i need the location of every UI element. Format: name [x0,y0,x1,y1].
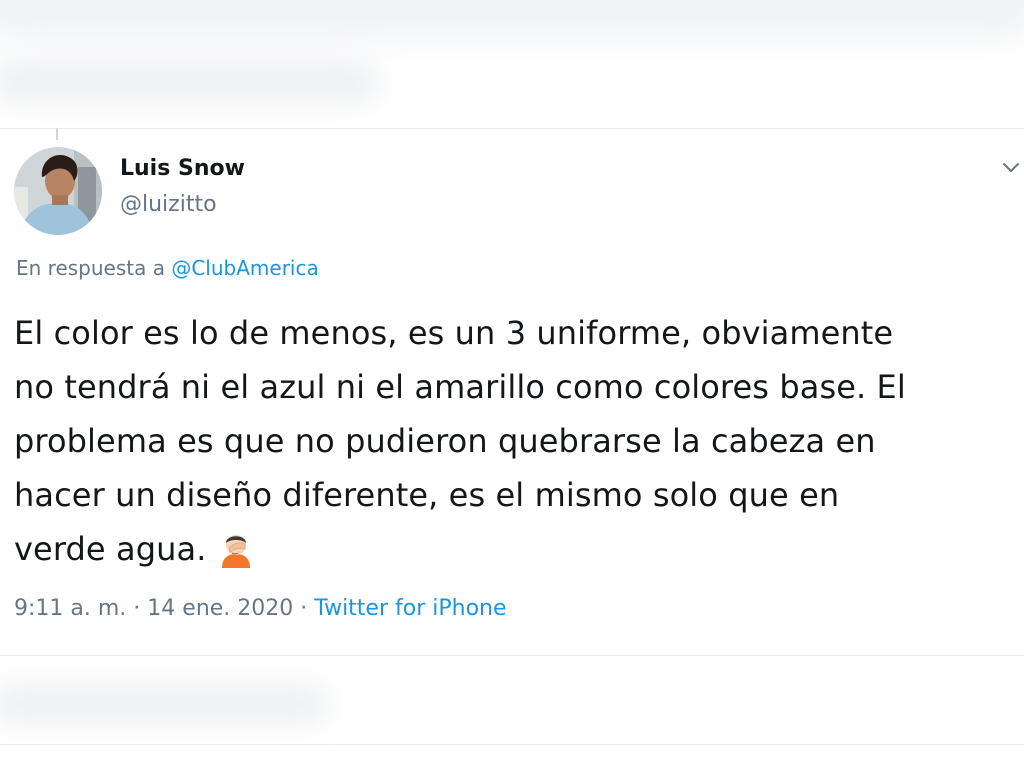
top-divider [0,128,1024,129]
thread-connector [56,128,58,140]
bottom-divider [0,744,1024,745]
blurred-previous-tweet [0,0,1024,128]
tweet-page: Luis Snow @luizitto En respuesta a @Club… [0,0,1024,768]
facepalm-emoji [216,528,256,568]
author-name[interactable]: Luis Snow [120,156,245,181]
author-handle[interactable]: @luizitto [120,192,217,217]
reply-prefix: En respuesta a [16,256,165,280]
meta-separator: · [300,596,308,621]
tweet-date[interactable]: 14 ene. 2020 [147,596,293,621]
tweet-meta: 9:11 a. m. · 14 ene. 2020 · Twitter for … [14,596,507,621]
reply-mention-link[interactable]: @ClubAmerica [171,256,318,280]
tweet-source-link[interactable]: Twitter for iPhone [314,596,506,621]
tweet-text-line: hacer un diseño diferente, es el mismo s… [14,476,840,514]
meta-divider [0,655,1024,656]
meta-separator: · [133,596,141,621]
blurred-actions-row [0,664,1024,746]
tweet-text: El color es lo de menos, es un 3 uniform… [14,306,1018,576]
tweet-text-line: no tendrá ni el azul ni el amarillo como… [14,368,906,406]
tweet-time[interactable]: 9:11 a. m. [14,596,126,621]
chevron-down-icon[interactable] [998,156,1024,178]
tweet-text-line: problema es que no pudieron quebrarse la… [14,422,876,460]
avatar[interactable] [14,147,102,235]
tweet-text-line: verde agua. [14,530,207,568]
tweet-text-line-last: verde agua. [14,522,1018,576]
reply-context: En respuesta a @ClubAmerica [16,256,319,280]
tweet-text-line: El color es lo de menos, es un 3 uniform… [14,314,894,352]
